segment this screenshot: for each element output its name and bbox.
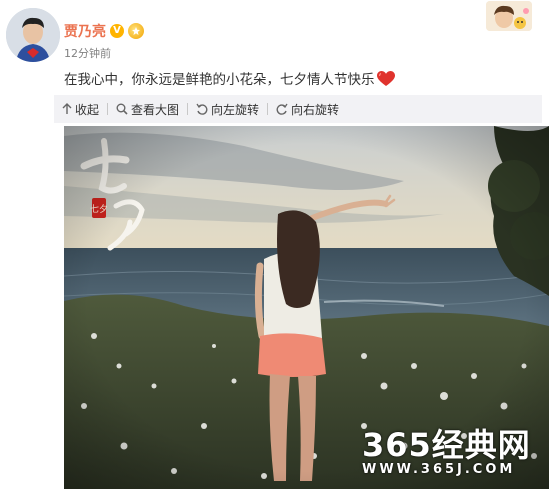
collapse-arrow-icon xyxy=(62,103,72,115)
medal-icon xyxy=(128,23,144,39)
image-toolbar: 收起 查看大图 向左旋转 向右旋转 xyxy=(54,95,542,123)
rotate-left-icon xyxy=(196,103,208,115)
verified-badge-icon: V xyxy=(110,24,124,38)
author-name[interactable]: 贾乃亮 xyxy=(64,21,106,41)
rotate-right-icon xyxy=(276,103,288,115)
magnify-icon xyxy=(116,103,128,115)
author-avatar[interactable] xyxy=(6,8,60,62)
heart-icon xyxy=(376,71,395,91)
author-name-row: 贾乃亮 V xyxy=(64,21,144,41)
view-large-button[interactable]: 查看大图 xyxy=(108,101,187,118)
post-text-content: 在我心中，你永远是鲜艳的小花朵，七夕情人节快乐 xyxy=(64,72,375,88)
collapse-button[interactable]: 收起 xyxy=(54,101,107,118)
rotate-right-label: 向右旋转 xyxy=(291,102,340,117)
current-user-avatar[interactable] xyxy=(486,1,532,31)
post-text: 在我心中，你永远是鲜艳的小花朵，七夕情人节快乐 xyxy=(64,68,395,91)
rotate-left-button[interactable]: 向左旋转 xyxy=(188,101,267,118)
collapse-label: 收起 xyxy=(75,102,100,117)
view-large-label: 查看大图 xyxy=(131,102,180,117)
rotate-right-button[interactable]: 向右旋转 xyxy=(268,101,347,118)
post-timestamp[interactable]: 12分钟前 xyxy=(64,45,111,61)
rotate-left-label: 向左旋转 xyxy=(211,102,260,117)
post-photo[interactable]: 七夕 xyxy=(64,126,549,489)
